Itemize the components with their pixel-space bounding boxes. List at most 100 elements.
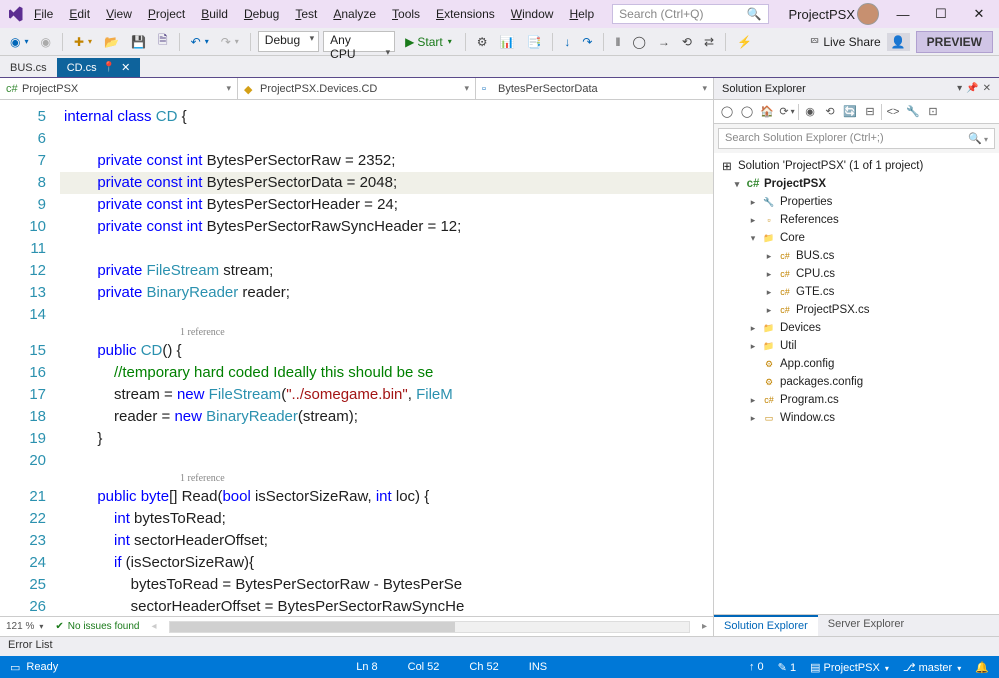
notifications-icon[interactable]: 🔔 xyxy=(975,661,989,674)
toolbar-icon[interactable]: ⚡ xyxy=(733,33,756,51)
toolbar-icon[interactable]: ⟲ xyxy=(678,33,696,51)
save-all-button[interactable]: 🗎 xyxy=(154,29,172,54)
menu-tools[interactable]: Tools xyxy=(384,3,428,25)
doc-tab[interactable]: CD.cs📍✕ xyxy=(57,58,141,77)
back-icon[interactable]: ◯ xyxy=(718,103,736,121)
pending-changes[interactable]: ✎ 1 xyxy=(778,661,796,674)
pin-icon[interactable]: 📍 xyxy=(103,62,115,73)
menu-window[interactable]: Window xyxy=(503,3,562,25)
properties-icon[interactable]: 🔧 xyxy=(904,103,922,121)
menu-debug[interactable]: Debug xyxy=(236,3,287,25)
start-debug-button[interactable]: ▶Start▾ xyxy=(399,33,458,51)
nav-project-dropdown[interactable]: c#ProjectPSX xyxy=(0,78,238,99)
toggle-icon[interactable]: ⟳▾ xyxy=(778,103,796,121)
menu-test[interactable]: Test xyxy=(287,3,325,25)
menu-analyze[interactable]: Analyze xyxy=(325,3,384,25)
tree-node[interactable]: ▸🔧Properties xyxy=(714,193,999,211)
collapse-icon[interactable]: ⊟ xyxy=(861,103,879,121)
toolbar-icon[interactable]: ⇄ xyxy=(700,33,718,51)
check-icon: ✔ xyxy=(55,621,63,632)
step-into-icon[interactable]: ↓ xyxy=(560,33,574,51)
step-over-icon[interactable]: ↷ xyxy=(578,33,596,51)
new-project-button[interactable]: ✚▾ xyxy=(70,33,96,51)
toolbar-icon[interactable]: ◯ xyxy=(628,33,649,51)
tree-node[interactable]: ▸▫References xyxy=(714,211,999,229)
scope-icon[interactable]: ⟲ xyxy=(821,103,839,121)
platform-dropdown[interactable]: Any CPU xyxy=(323,31,395,52)
tree-node[interactable]: ⚙packages.config xyxy=(714,373,999,391)
solution-explorer-panel: Solution Explorer ▾ 📌 ✕ ◯ ◯ 🏠 ⟳▾ ◉ ⟲ 🔄 ⊟… xyxy=(714,78,999,636)
save-button[interactable]: 💾 xyxy=(127,33,150,51)
nav-back-button[interactable]: ◉▾ xyxy=(6,33,33,51)
tree-node[interactable]: ▸📁Devices xyxy=(714,319,999,337)
open-button[interactable]: 📂 xyxy=(100,33,123,51)
zoom-level[interactable]: 121 %▾ xyxy=(6,621,43,632)
menu-file[interactable]: File xyxy=(26,3,61,25)
class-icon: ◆ xyxy=(244,83,256,95)
publish-up[interactable]: ↑ 0 xyxy=(749,661,764,673)
redo-button[interactable]: ↷▾ xyxy=(217,33,243,51)
status-branch[interactable]: ⎇ master ▾ xyxy=(903,661,961,674)
project-node[interactable]: ▾c#ProjectPSX xyxy=(714,175,999,193)
preview-icon[interactable]: ⊡ xyxy=(924,103,942,121)
tree-node[interactable]: ▸c#BUS.cs xyxy=(714,247,999,265)
menu-view[interactable]: View xyxy=(98,3,140,25)
panel-tab[interactable]: Solution Explorer xyxy=(714,615,818,636)
tree-node[interactable]: ▸c#GTE.cs xyxy=(714,283,999,301)
tree-node[interactable]: ▸c#CPU.cs xyxy=(714,265,999,283)
undo-button[interactable]: ↶▾ xyxy=(187,33,213,51)
menu-edit[interactable]: Edit xyxy=(61,3,98,25)
close-button[interactable]: ✕ xyxy=(965,3,993,25)
nav-scope-dropdown[interactable]: ◆ProjectPSX.Devices.CD xyxy=(238,78,476,99)
menu-extensions[interactable]: Extensions xyxy=(428,3,503,25)
panel-tabs: Solution ExplorerServer Explorer xyxy=(714,614,999,636)
toolbar-icon[interactable]: 📊 xyxy=(496,33,519,51)
user-avatar[interactable] xyxy=(857,3,879,25)
tree-node[interactable]: ⚙App.config xyxy=(714,355,999,373)
error-list-tab[interactable]: Error List xyxy=(0,636,999,656)
solution-tree[interactable]: ⊞Solution 'ProjectPSX' (1 of 1 project)▾… xyxy=(714,153,999,614)
code-icon[interactable]: <> xyxy=(884,103,902,121)
close-icon[interactable]: ✕ xyxy=(983,83,991,94)
menu-help[interactable]: Help xyxy=(561,3,602,25)
status-line: Ln 8 xyxy=(356,661,377,673)
home-icon[interactable]: 🏠 xyxy=(758,103,776,121)
feedback-button[interactable]: 👤 xyxy=(887,33,910,51)
nav-forward-button[interactable]: ◉ xyxy=(37,33,55,51)
tree-node[interactable]: ▸c#ProjectPSX.cs xyxy=(714,301,999,319)
fwd-icon[interactable]: ◯ xyxy=(738,103,756,121)
issues-indicator[interactable]: ✔No issues found xyxy=(55,621,139,632)
code-text[interactable]: internal class CD { private const int By… xyxy=(60,100,713,616)
status-repo[interactable]: ▤ ProjectPSX ▾ xyxy=(810,661,889,674)
minimize-button[interactable]: — xyxy=(889,3,917,25)
toolbar-icon[interactable]: 📑 xyxy=(522,33,545,51)
toolbar-icon[interactable]: ⚙ xyxy=(473,33,492,51)
close-tab-icon[interactable]: ✕ xyxy=(121,61,130,74)
doc-tab[interactable]: BUS.cs xyxy=(0,59,57,77)
tree-node[interactable]: ▸▭Window.cs xyxy=(714,409,999,427)
reference-count[interactable]: 1 reference xyxy=(60,472,713,486)
sync-icon[interactable]: ◉ xyxy=(801,103,819,121)
tree-node[interactable]: ▸📁Util xyxy=(714,337,999,355)
preview-button[interactable]: PREVIEW xyxy=(916,31,993,53)
nav-member-dropdown[interactable]: ▫BytesPerSectorData xyxy=(476,78,713,99)
tree-node[interactable]: ▸c#Program.cs xyxy=(714,391,999,409)
status-ch: Ch 52 xyxy=(469,661,498,673)
reference-count[interactable]: 1 reference xyxy=(60,326,713,340)
solution-search-input[interactable]: Search Solution Explorer (Ctrl+;) 🔍▾ xyxy=(718,128,995,149)
horizontal-scrollbar[interactable] xyxy=(169,621,690,633)
dropdown-icon[interactable]: ▾ xyxy=(957,83,962,94)
live-share-button[interactable]: ⮹Live Share xyxy=(810,34,881,49)
refresh-icon[interactable]: 🔄 xyxy=(841,103,859,121)
toolbar-icon[interactable]: ‖ xyxy=(611,33,624,51)
solution-root[interactable]: ⊞Solution 'ProjectPSX' (1 of 1 project) xyxy=(714,157,999,175)
tree-node[interactable]: ▾📁Core xyxy=(714,229,999,247)
pin-icon[interactable]: 📌 xyxy=(966,83,978,94)
menu-project[interactable]: Project xyxy=(140,3,193,25)
maximize-button[interactable]: ☐ xyxy=(927,3,955,25)
menu-build[interactable]: Build xyxy=(193,3,236,25)
config-dropdown[interactable]: Debug xyxy=(258,31,319,52)
quick-search-input[interactable]: Search (Ctrl+Q) 🔍 xyxy=(612,4,768,24)
panel-tab[interactable]: Server Explorer xyxy=(818,615,914,636)
toolbar-icon[interactable]: → xyxy=(654,33,674,51)
